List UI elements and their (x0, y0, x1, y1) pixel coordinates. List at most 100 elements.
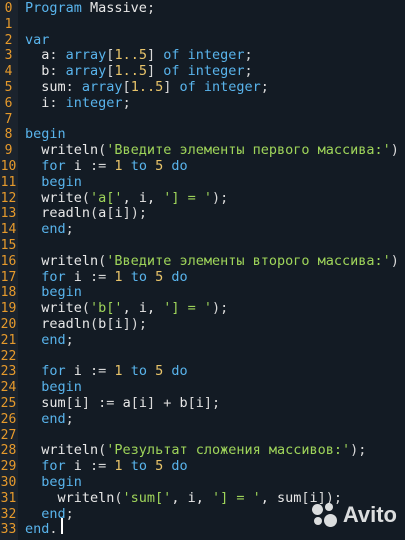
code-token: ] (146, 63, 156, 80)
code-token: integer (187, 47, 245, 64)
code-line[interactable]: 23 for i := 1 to 5 do (0, 363, 405, 380)
line-number: 25 (0, 396, 17, 411)
code-line[interactable]: 30 begin (0, 474, 405, 491)
line-number: 3 (4, 48, 13, 64)
code-token: 1..5 (114, 63, 147, 80)
code-line[interactable]: 17 for i := 1 to 5 do (0, 268, 405, 286)
code-line[interactable]: 22 (0, 349, 405, 365)
line-number: 21 (0, 332, 17, 348)
code-editor[interactable]: 0 Program Massive; 1 2 var 3 a: array[1..5] o… (0, 0, 405, 540)
code-token: writeln (25, 252, 99, 269)
code-text: end. (25, 521, 58, 538)
code-token: writeln (25, 442, 99, 459)
code-token: 'Введите элементы первого массива:' (106, 142, 391, 159)
code-line[interactable]: 12 write('a[', i, '] = '); (0, 189, 405, 207)
line-number: 32 (0, 506, 17, 522)
code-token: , sum (260, 489, 302, 506)
code-token: 'b[' (90, 300, 123, 317)
line-number: 33 (0, 522, 17, 538)
code-text: for i := 1 to 5 do (25, 158, 187, 175)
code-token: '] = ' (163, 189, 212, 206)
code-line[interactable]: 18 begin (0, 284, 405, 301)
code-text: b: array[1..5] of integer; (25, 63, 252, 80)
code-token: , i, (122, 189, 164, 206)
code-line[interactable]: 3 a: array[1..5] of integer; (0, 47, 405, 64)
line-number: 30 (0, 475, 17, 490)
code-token: end (25, 331, 66, 348)
code-line[interactable]: 21 end; (0, 331, 405, 349)
code-token: ]); (122, 316, 147, 332)
line-number: 31 (0, 490, 17, 506)
watermark-text: Avito (342, 502, 397, 527)
code-line[interactable]: 4 b: array[1..5] of integer; (0, 63, 405, 80)
code-line[interactable]: 8 begin (0, 126, 405, 143)
code-token: : (49, 63, 66, 80)
code-token: array (65, 63, 107, 80)
code-token: ; (65, 331, 74, 348)
code-token: [ (301, 489, 310, 506)
code-line[interactable]: 9 writeln('Введите элементы первого масс… (0, 142, 405, 159)
code-line[interactable]: 24 begin (0, 379, 405, 396)
code-token: 5 (155, 268, 164, 285)
code-token: i (65, 268, 91, 285)
code-token: for (25, 158, 66, 174)
code-token: , i, (171, 489, 212, 506)
code-token: writeln (25, 489, 115, 506)
code-token: to (122, 363, 156, 380)
code-token: . (49, 521, 58, 538)
code-text: begin (25, 474, 82, 491)
code-text: i: integer; (25, 95, 130, 112)
code-text: writeln('sum[', i, '] = ', sum[i]); (25, 489, 343, 507)
code-text: for i := 1 to 5 do (25, 268, 187, 286)
code-line[interactable]: 14 end; (0, 221, 405, 238)
code-token: Program (25, 0, 82, 16)
code-token: ; (244, 47, 253, 64)
code-token: ; (65, 505, 74, 522)
code-token: [ (122, 79, 131, 95)
code-token: write (25, 300, 82, 317)
code-line[interactable]: 20 readln(b[i]); (0, 316, 405, 333)
code-line[interactable]: 1 (0, 17, 405, 33)
code-line[interactable]: 13 readln(a[i]); (0, 205, 405, 222)
code-token: for (25, 363, 66, 380)
code-text: end; (25, 411, 74, 428)
code-token: 'a[' (90, 189, 123, 206)
code-line[interactable]: 7 (0, 112, 405, 128)
code-line[interactable]: 0 Program Massive; (0, 0, 405, 17)
code-line[interactable]: 19 write('b[', i, '] = '); (0, 300, 405, 317)
code-line[interactable]: 5 sum: array[1..5] of integer; (0, 79, 405, 96)
code-token: b (25, 63, 50, 80)
line-number: 23 (0, 364, 17, 380)
code-text: begin (25, 126, 66, 143)
code-token: begin (25, 126, 66, 143)
code-token: 1 (114, 363, 123, 380)
code-token: var (25, 31, 50, 48)
code-line[interactable]: 25 sum[i] := a[i] + b[i]; (0, 395, 405, 412)
code-line[interactable]: 27 (0, 428, 405, 444)
code-token: end (25, 221, 66, 238)
code-token: end (25, 521, 50, 538)
code-token: [ (130, 395, 139, 411)
code-token: ) (390, 252, 399, 269)
code-text: writeln('Введите элементы второго массив… (25, 252, 399, 270)
code-text: begin (25, 379, 82, 396)
code-line[interactable]: 15 (0, 238, 405, 254)
code-token: ; (146, 0, 156, 16)
line-number: 2 (4, 32, 13, 48)
code-line[interactable]: 16 writeln('Введите элементы второго мас… (0, 252, 405, 270)
code-token: to (122, 458, 156, 475)
code-token: i (114, 205, 123, 222)
code-token: '] = ' (163, 300, 212, 317)
code-line[interactable]: 28 writeln('Результат сложения массивов:… (0, 442, 405, 459)
code-line[interactable]: 11 begin (0, 174, 405, 191)
code-line[interactable]: 29 for i := 1 to 5 do (0, 458, 405, 475)
code-token: Massive (81, 0, 147, 16)
code-token: 5 (155, 158, 164, 174)
line-number: 4 (4, 64, 13, 80)
code-token: ; (65, 221, 74, 238)
code-line[interactable]: 26 end; (0, 411, 405, 428)
code-token: integer (187, 63, 245, 80)
code-line[interactable]: 2 var (0, 31, 405, 49)
code-line[interactable]: 10 for i := 1 to 5 do (0, 158, 405, 175)
code-line[interactable]: 6 i: integer; (0, 95, 405, 112)
